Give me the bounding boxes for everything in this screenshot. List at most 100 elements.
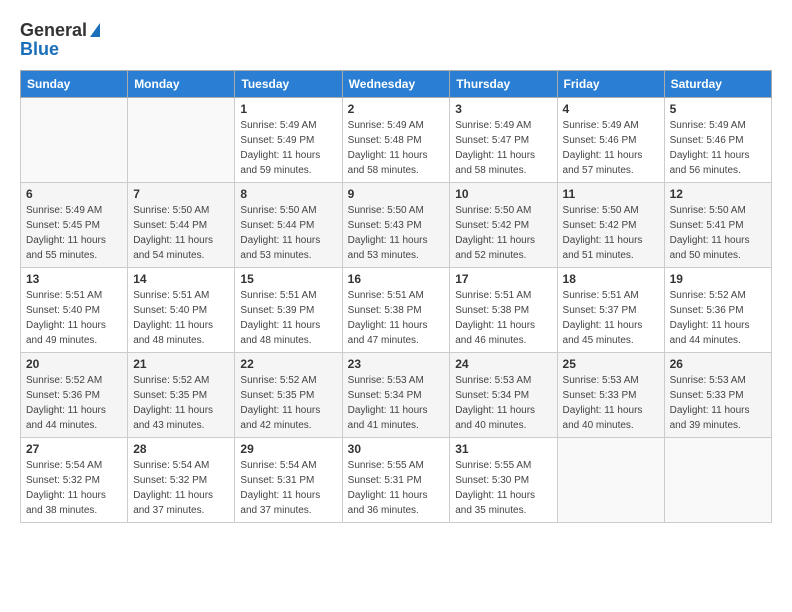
day-info: Sunrise: 5:55 AMSunset: 5:30 PMDaylight:… xyxy=(455,458,551,518)
logo: General Blue xyxy=(20,20,100,60)
calendar-cell: 12Sunrise: 5:50 AMSunset: 5:41 PMDayligh… xyxy=(664,183,771,268)
calendar-cell: 31 Sunrise: 5:55 AMSunset: 5:30 PMDayligh… xyxy=(450,438,557,523)
day-number: 7 xyxy=(133,187,229,201)
calendar-cell xyxy=(557,438,664,523)
day-number: 14 xyxy=(133,272,229,286)
day-number: 1 xyxy=(240,102,336,116)
day-info: Sunrise: 5:54 AMSunset: 5:32 PMDaylight:… xyxy=(26,458,122,518)
day-info: Sunrise: 5:50 AMSunset: 5:42 PMDaylight:… xyxy=(455,203,551,263)
calendar-cell: 25Sunrise: 5:53 AMSunset: 5:33 PMDayligh… xyxy=(557,353,664,438)
calendar-week-row: 13 Sunrise: 5:51 AMSunset: 5:40 PMDayligh… xyxy=(21,268,772,353)
calendar-cell: 8 Sunrise: 5:50 AMSunset: 5:44 PMDaylight… xyxy=(235,183,342,268)
weekday-header-friday: Friday xyxy=(557,71,664,98)
logo-blue-text: Blue xyxy=(20,39,59,60)
day-number: 8 xyxy=(240,187,336,201)
logo-general-text: General xyxy=(20,20,87,41)
day-number: 25 xyxy=(563,357,659,371)
day-number: 22 xyxy=(240,357,336,371)
calendar-cell: 6 Sunrise: 5:49 AMSunset: 5:45 PMDaylight… xyxy=(21,183,128,268)
day-number: 31 xyxy=(455,442,551,456)
day-info: Sunrise: 5:50 AMSunset: 5:41 PMDaylight:… xyxy=(670,203,766,263)
calendar-cell: 26 Sunrise: 5:53 AMSunset: 5:33 PMDayligh… xyxy=(664,353,771,438)
day-number: 15 xyxy=(240,272,336,286)
calendar-cell: 18Sunrise: 5:51 AMSunset: 5:37 PMDayligh… xyxy=(557,268,664,353)
day-info: Sunrise: 5:53 AMSunset: 5:34 PMDaylight:… xyxy=(348,373,445,433)
day-info: Sunrise: 5:49 AMSunset: 5:48 PMDaylight:… xyxy=(348,118,445,178)
calendar-cell: 29 Sunrise: 5:54 AMSunset: 5:31 PMDayligh… xyxy=(235,438,342,523)
day-number: 18 xyxy=(563,272,659,286)
day-info: Sunrise: 5:51 AMSunset: 5:40 PMDaylight:… xyxy=(26,288,122,348)
day-info: Sunrise: 5:52 AMSunset: 5:36 PMDaylight:… xyxy=(26,373,122,433)
day-number: 29 xyxy=(240,442,336,456)
day-info: Sunrise: 5:49 AMSunset: 5:46 PMDaylight:… xyxy=(563,118,659,178)
day-number: 11 xyxy=(563,187,659,201)
day-info: Sunrise: 5:52 AMSunset: 5:36 PMDaylight:… xyxy=(670,288,766,348)
calendar-cell: 1 Sunrise: 5:49 AMSunset: 5:49 PMDaylight… xyxy=(235,98,342,183)
day-info: Sunrise: 5:49 AMSunset: 5:45 PMDaylight:… xyxy=(26,203,122,263)
calendar-cell: 21Sunrise: 5:52 AMSunset: 5:35 PMDayligh… xyxy=(128,353,235,438)
day-info: Sunrise: 5:50 AMSunset: 5:43 PMDaylight:… xyxy=(348,203,445,263)
weekday-header-row: SundayMondayTuesdayWednesdayThursdayFrid… xyxy=(21,71,772,98)
day-number: 19 xyxy=(670,272,766,286)
calendar-cell: 16 Sunrise: 5:51 AMSunset: 5:38 PMDayligh… xyxy=(342,268,450,353)
day-info: Sunrise: 5:52 AMSunset: 5:35 PMDaylight:… xyxy=(240,373,336,433)
day-info: Sunrise: 5:53 AMSunset: 5:34 PMDaylight:… xyxy=(455,373,551,433)
calendar-cell: 4 Sunrise: 5:49 AMSunset: 5:46 PMDaylight… xyxy=(557,98,664,183)
calendar-cell xyxy=(128,98,235,183)
day-info: Sunrise: 5:50 AMSunset: 5:42 PMDaylight:… xyxy=(563,203,659,263)
day-info: Sunrise: 5:51 AMSunset: 5:38 PMDaylight:… xyxy=(348,288,445,348)
calendar-cell xyxy=(21,98,128,183)
calendar-cell: 15 Sunrise: 5:51 AMSunset: 5:39 PMDayligh… xyxy=(235,268,342,353)
logo-triangle-icon xyxy=(90,23,100,37)
day-info: Sunrise: 5:51 AMSunset: 5:40 PMDaylight:… xyxy=(133,288,229,348)
day-info: Sunrise: 5:50 AMSunset: 5:44 PMDaylight:… xyxy=(133,203,229,263)
calendar-cell: 19 Sunrise: 5:52 AMSunset: 5:36 PMDayligh… xyxy=(664,268,771,353)
day-number: 27 xyxy=(26,442,122,456)
day-number: 28 xyxy=(133,442,229,456)
calendar-cell: 17Sunrise: 5:51 AMSunset: 5:38 PMDayligh… xyxy=(450,268,557,353)
day-info: Sunrise: 5:49 AMSunset: 5:49 PMDaylight:… xyxy=(240,118,336,178)
day-info: Sunrise: 5:49 AMSunset: 5:46 PMDaylight:… xyxy=(670,118,766,178)
weekday-header-saturday: Saturday xyxy=(664,71,771,98)
day-number: 3 xyxy=(455,102,551,116)
day-number: 21 xyxy=(133,357,229,371)
day-number: 24 xyxy=(455,357,551,371)
calendar-cell: 14 Sunrise: 5:51 AMSunset: 5:40 PMDayligh… xyxy=(128,268,235,353)
calendar-cell: 27 Sunrise: 5:54 AMSunset: 5:32 PMDayligh… xyxy=(21,438,128,523)
weekday-header-thursday: Thursday xyxy=(450,71,557,98)
day-info: Sunrise: 5:51 AMSunset: 5:38 PMDaylight:… xyxy=(455,288,551,348)
day-info: Sunrise: 5:53 AMSunset: 5:33 PMDaylight:… xyxy=(670,373,766,433)
day-number: 9 xyxy=(348,187,445,201)
day-info: Sunrise: 5:54 AMSunset: 5:31 PMDaylight:… xyxy=(240,458,336,518)
day-number: 16 xyxy=(348,272,445,286)
calendar-cell: 7 Sunrise: 5:50 AMSunset: 5:44 PMDaylight… xyxy=(128,183,235,268)
calendar-cell: 22 Sunrise: 5:52 AMSunset: 5:35 PMDayligh… xyxy=(235,353,342,438)
weekday-header-tuesday: Tuesday xyxy=(235,71,342,98)
calendar-week-row: 20 Sunrise: 5:52 AMSunset: 5:36 PMDayligh… xyxy=(21,353,772,438)
page-header: General Blue xyxy=(20,20,772,60)
calendar-cell xyxy=(664,438,771,523)
day-number: 23 xyxy=(348,357,445,371)
weekday-header-monday: Monday xyxy=(128,71,235,98)
calendar-cell: 30Sunrise: 5:55 AMSunset: 5:31 PMDayligh… xyxy=(342,438,450,523)
day-number: 10 xyxy=(455,187,551,201)
day-info: Sunrise: 5:50 AMSunset: 5:44 PMDaylight:… xyxy=(240,203,336,263)
day-number: 26 xyxy=(670,357,766,371)
calendar-week-row: 27 Sunrise: 5:54 AMSunset: 5:32 PMDayligh… xyxy=(21,438,772,523)
calendar-cell: 10 Sunrise: 5:50 AMSunset: 5:42 PMDayligh… xyxy=(450,183,557,268)
calendar-cell: 24 Sunrise: 5:53 AMSunset: 5:34 PMDayligh… xyxy=(450,353,557,438)
day-info: Sunrise: 5:51 AMSunset: 5:39 PMDaylight:… xyxy=(240,288,336,348)
calendar-cell: 13 Sunrise: 5:51 AMSunset: 5:40 PMDayligh… xyxy=(21,268,128,353)
calendar-cell: 9 Sunrise: 5:50 AMSunset: 5:43 PMDaylight… xyxy=(342,183,450,268)
calendar-week-row: 6 Sunrise: 5:49 AMSunset: 5:45 PMDaylight… xyxy=(21,183,772,268)
day-number: 4 xyxy=(563,102,659,116)
calendar-cell: 3Sunrise: 5:49 AMSunset: 5:47 PMDaylight… xyxy=(450,98,557,183)
weekday-header-sunday: Sunday xyxy=(21,71,128,98)
day-number: 13 xyxy=(26,272,122,286)
day-number: 6 xyxy=(26,187,122,201)
day-number: 5 xyxy=(670,102,766,116)
calendar-cell: 20 Sunrise: 5:52 AMSunset: 5:36 PMDayligh… xyxy=(21,353,128,438)
calendar-week-row: 1 Sunrise: 5:49 AMSunset: 5:49 PMDaylight… xyxy=(21,98,772,183)
calendar-cell: 2Sunrise: 5:49 AMSunset: 5:48 PMDaylight… xyxy=(342,98,450,183)
day-number: 20 xyxy=(26,357,122,371)
